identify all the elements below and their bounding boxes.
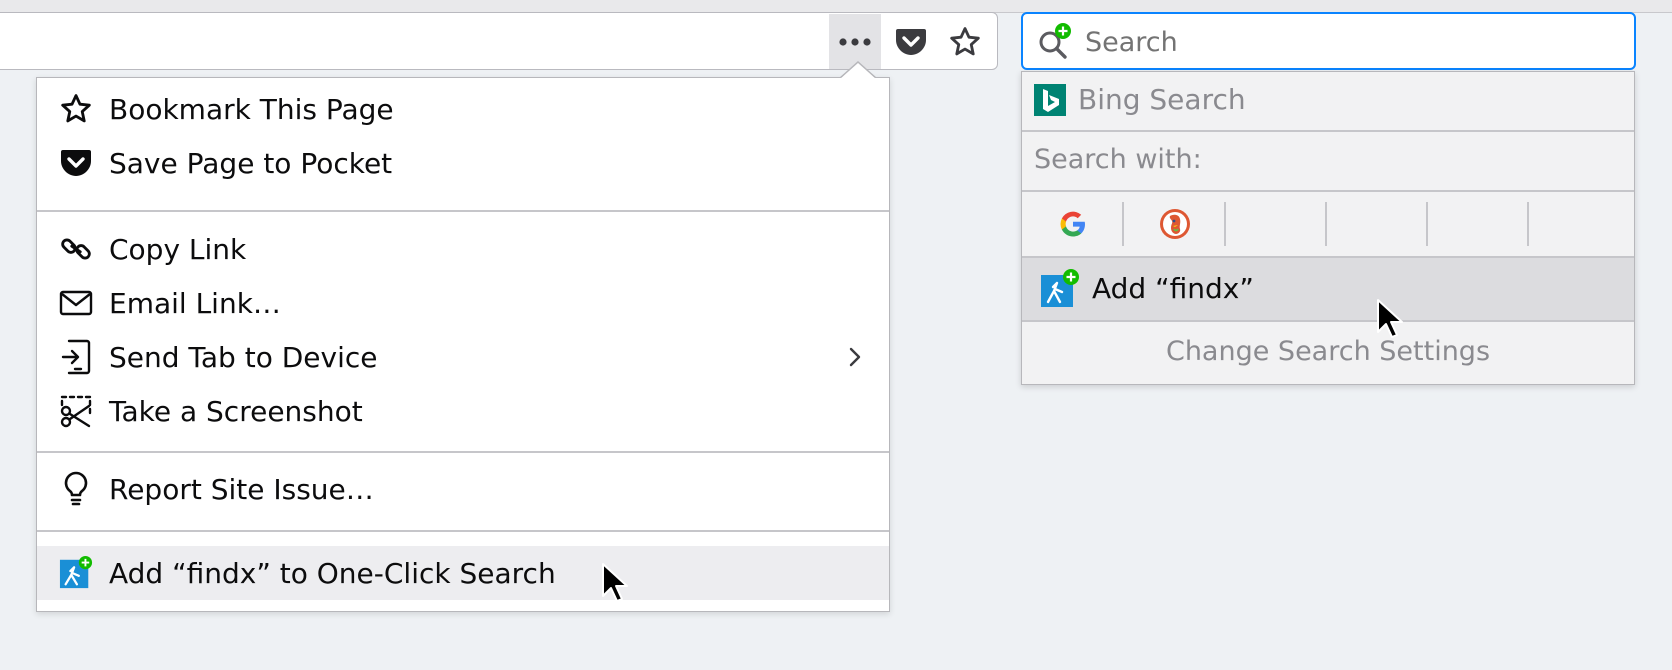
lightbulb-icon <box>59 471 93 506</box>
current-engine-header: Bing Search <box>1022 72 1634 130</box>
mouse-cursor-icon <box>1377 299 1403 338</box>
menu-item-take-screenshot[interactable]: Take a Screenshot <box>37 384 889 438</box>
one-off-engines <box>1022 192 1634 256</box>
menu-item-save-to-pocket[interactable]: Save Page to Pocket <box>37 136 889 190</box>
bing-icon <box>1034 84 1066 116</box>
link-icon <box>59 232 93 266</box>
menu-separator <box>37 451 889 453</box>
current-engine-label: Bing Search <box>1078 83 1246 116</box>
menu-separator <box>37 530 889 532</box>
menu-item-copy-link[interactable]: Copy Link <box>37 222 889 276</box>
menu-label: Add “findx” to One-Click Search <box>109 556 556 590</box>
add-engine-label: Add “findx” <box>1092 272 1254 305</box>
star-icon <box>950 26 980 55</box>
menu-label: Bookmark This Page <box>109 92 394 126</box>
search-with-header: Search with: <box>1022 132 1634 190</box>
menu-item-bookmark[interactable]: Bookmark This Page <box>37 82 889 136</box>
send-tab-icon <box>59 339 93 375</box>
menu-label: Send Tab to Device <box>109 340 378 374</box>
star-icon <box>59 92 93 126</box>
menu-separator <box>37 210 889 212</box>
pocket-icon <box>59 146 93 180</box>
search-input[interactable]: Search <box>1085 27 1178 58</box>
bookmark-star-button[interactable] <box>939 14 991 69</box>
add-engine-button[interactable]: Add “findx” <box>1022 258 1634 320</box>
envelope-icon <box>59 286 93 320</box>
one-off-divider <box>1527 202 1529 246</box>
chevron-right-icon <box>845 342 865 372</box>
ellipsis-icon <box>839 37 871 46</box>
scissors-icon <box>59 394 93 428</box>
menu-label: Copy Link <box>109 232 247 266</box>
findx-add-icon <box>1041 269 1079 307</box>
one-off-empty-slot <box>1226 192 1327 256</box>
search-with-label: Search with: <box>1034 144 1202 175</box>
menu-label: Report Site Issue… <box>109 472 374 506</box>
one-off-empty-slot <box>1428 192 1529 256</box>
menu-item-email-link[interactable]: Email Link… <box>37 276 889 330</box>
menu-item-add-findx[interactable]: Add “findx” to One-Click Search <box>37 546 889 600</box>
one-off-google[interactable] <box>1022 192 1123 256</box>
menu-item-send-tab[interactable]: Send Tab to Device <box>37 330 889 384</box>
change-search-settings-label: Change Search Settings <box>1165 336 1491 367</box>
menu-label: Save Page to Pocket <box>109 146 393 180</box>
one-off-duckduckgo[interactable] <box>1124 192 1225 256</box>
menu-item-report-site-issue[interactable]: Report Site Issue… <box>37 462 889 516</box>
pocket-icon <box>896 28 926 55</box>
menu-label: Email Link… <box>109 286 281 320</box>
search-suggestions-popup: Bing Search Search with: Add “findx” Cha… <box>1021 71 1635 385</box>
google-icon <box>1060 211 1085 237</box>
page-action-menu: Bookmark This Page Save Page to Pocket C… <box>36 77 890 612</box>
pocket-button[interactable] <box>885 14 937 69</box>
menu-arrow-fill <box>840 63 876 79</box>
change-search-settings-button[interactable]: Change Search Settings <box>1022 322 1634 384</box>
duckduckgo-icon <box>1159 209 1190 239</box>
search-add-engine-icon[interactable] <box>1037 22 1077 62</box>
findx-add-icon <box>59 556 93 590</box>
mouse-cursor-icon <box>602 563 628 602</box>
search-bar[interactable]: Search <box>1021 12 1636 70</box>
menu-label: Take a Screenshot <box>109 394 363 428</box>
one-off-empty-slot <box>1327 192 1428 256</box>
